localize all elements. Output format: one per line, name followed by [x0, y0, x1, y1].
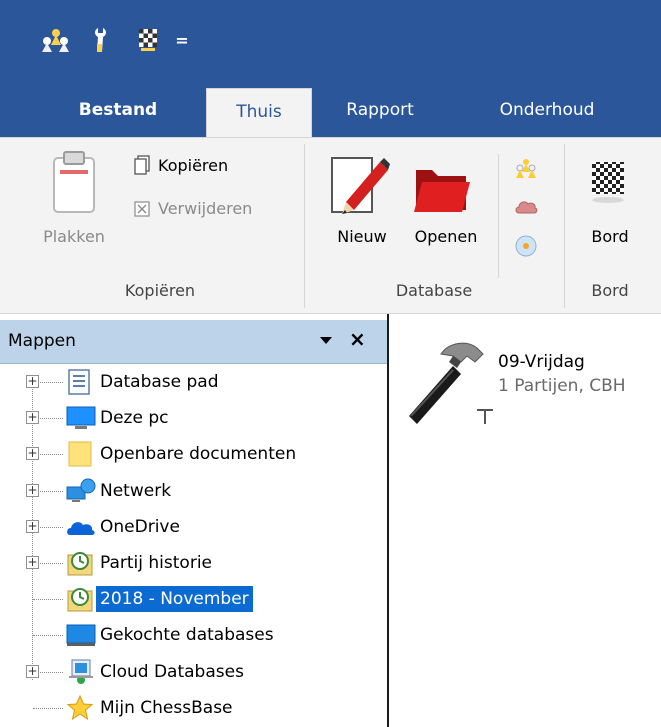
tree-item-label: Deze pc	[100, 408, 169, 429]
tree-item[interactable]: + OneDrive	[0, 509, 387, 545]
tree-item[interactable]: + Partij historie	[0, 545, 387, 581]
expand-icon[interactable]: +	[26, 447, 39, 461]
tree-item-label: 2018 - November	[96, 586, 253, 613]
close-icon[interactable]: ×	[349, 329, 366, 349]
expand-icon[interactable]: +	[26, 664, 39, 678]
cd-database-icon[interactable]	[514, 234, 538, 258]
copy-button[interactable]: Kopiëren	[134, 155, 228, 175]
open-label: Openen	[414, 227, 478, 246]
wrench-icon[interactable]	[90, 22, 114, 58]
delete-icon	[134, 200, 150, 217]
computer-icon	[66, 404, 96, 432]
chessboard-icon	[592, 162, 624, 203]
tree-connector	[33, 635, 63, 637]
tab-onderhoud[interactable]: Onderhoud	[484, 84, 610, 138]
database-subtitle: 1 Partijen, CBH	[498, 376, 626, 396]
network-icon	[66, 477, 96, 505]
expand-icon[interactable]: +	[26, 556, 39, 569]
open-database-button[interactable]	[412, 156, 476, 222]
ribbon: Plakken Kopiëren Verwijderen Kopiëren Ni…	[0, 137, 661, 314]
folders-pane-title: Mappen	[8, 331, 76, 351]
group-separator	[564, 144, 565, 308]
new-database-button[interactable]	[328, 150, 394, 224]
onedrive-icon	[66, 513, 95, 541]
clipboard-icon	[53, 151, 95, 213]
database-group-label: Database	[395, 281, 473, 300]
delete-label: Verwijderen	[158, 199, 253, 218]
expand-icon[interactable]: +	[26, 483, 39, 497]
ribbon-tabs: Bestand Thuis Rapport Onderhoud	[0, 84, 661, 138]
chevron-down-icon[interactable]	[320, 337, 332, 344]
new-document-pencil-icon	[331, 157, 390, 214]
tree-item-label: Partij historie	[100, 553, 213, 573]
database-item[interactable]	[397, 330, 493, 426]
folders-pane-header: Mappen ×	[0, 320, 387, 364]
expand-icon[interactable]: +	[26, 411, 39, 425]
tab-thuis[interactable]: Thuis	[206, 88, 312, 138]
copy-icon	[134, 155, 150, 175]
tree-connector	[33, 599, 63, 601]
tab-bestand[interactable]: Bestand	[62, 84, 174, 138]
expand-icon[interactable]: +	[26, 519, 39, 533]
database-path-icon	[66, 368, 94, 396]
delete-button[interactable]: Verwijderen	[134, 199, 252, 218]
tree-item-label: Openbare documenten	[100, 444, 297, 465]
tab-rapport[interactable]: Rapport	[334, 84, 426, 138]
tree-item[interactable]: + Cloud Databases	[0, 654, 387, 690]
star-icon	[66, 694, 94, 722]
tree-item-label: OneDrive	[100, 516, 180, 537]
board-icon[interactable]	[136, 22, 160, 58]
folder-icon	[66, 440, 94, 468]
paste-button[interactable]	[48, 148, 100, 222]
tree-item-label: Netwerk	[100, 480, 172, 501]
group-separator	[304, 144, 305, 308]
tree-item-label: Gekochte databases	[100, 625, 274, 646]
paste-label: Plakken	[43, 227, 105, 246]
purchased-db-icon	[66, 621, 96, 649]
cloud-db-icon	[66, 658, 94, 686]
title-bar: =	[0, 0, 661, 84]
tree-item[interactable]: Mijn ChessBase	[0, 690, 387, 726]
tree-item[interactable]: + Netwerk	[0, 473, 387, 509]
copy-group-label: Kopiëren	[124, 281, 196, 300]
tree-item-label: Cloud Databases	[100, 661, 244, 682]
tree-connector	[33, 707, 63, 709]
history-icon	[66, 585, 94, 613]
board-label: Bord	[591, 227, 629, 246]
open-folder-icon	[414, 170, 470, 212]
tree-item[interactable]: + Database pad	[0, 364, 387, 400]
content-area: 09-Vrijdag 1 Partijen, CBH	[391, 314, 661, 727]
expand-icon[interactable]: +	[26, 375, 39, 388]
database-title: 09-Vrijdag	[498, 352, 585, 372]
tree-item[interactable]: 2018 - November	[0, 581, 387, 617]
customize-icon[interactable]: =	[174, 22, 190, 58]
tree-item[interactable]: Gekochte databases	[0, 617, 387, 653]
board-group-label: Bord	[591, 281, 629, 300]
hammer-icon	[409, 342, 493, 424]
tree-item-label: Database pad	[100, 372, 219, 392]
copy-label: Kopiëren	[158, 155, 229, 175]
tree-item-label: Mijn ChessBase	[100, 697, 233, 718]
tree-item[interactable]: + Openbare documenten	[0, 436, 387, 472]
history-icon	[66, 549, 94, 577]
folders-pane: Mappen × + Database pad + Deze pc + Openbare …	[0, 314, 389, 727]
board-button[interactable]	[588, 160, 630, 210]
database-group-divider	[498, 154, 499, 278]
chess-pieces-small-icon[interactable]	[514, 156, 538, 180]
cloud-icon[interactable]	[514, 196, 538, 218]
new-label: Nieuw	[337, 227, 387, 246]
tree-item[interactable]: + Deze pc	[0, 400, 387, 436]
chess-pieces-icon[interactable]	[38, 22, 72, 58]
